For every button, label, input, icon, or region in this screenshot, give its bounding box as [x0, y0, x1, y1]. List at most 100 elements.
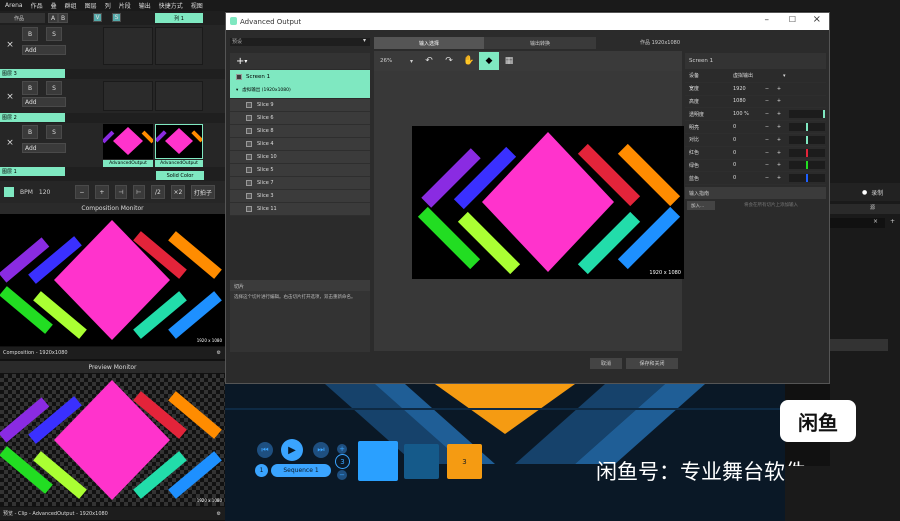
plus-button[interactable]: +	[773, 124, 785, 130]
cue-box-3[interactable]: 3	[447, 444, 482, 479]
clip-label[interactable]: AdvancedOutput	[103, 160, 153, 167]
slice-item[interactable]: Slice 6	[230, 112, 370, 125]
menu-view[interactable]: 视图	[191, 1, 203, 10]
close-icon[interactable]: ×	[2, 135, 18, 151]
menu-clip[interactable]: 片段	[119, 1, 131, 10]
redo-icon[interactable]: ↷	[439, 52, 459, 70]
plus-button[interactable]: +	[773, 98, 785, 104]
bpm-plus-button[interactable]: +	[94, 185, 109, 199]
record-dot-icon[interactable]: ●	[862, 189, 867, 196]
brightness-slider[interactable]	[789, 123, 825, 132]
zoom-dropdown[interactable]: 26%	[380, 58, 410, 64]
tab-input-selection[interactable]: 输入选择	[374, 37, 484, 49]
slice-item[interactable]: Slice 5	[230, 164, 370, 177]
slice-item[interactable]: Slice 11	[230, 203, 370, 216]
sequence-label[interactable]: Sequence 1	[271, 464, 331, 477]
save-close-button[interactable]: 保存和关闭	[626, 358, 678, 369]
red-value[interactable]: 0	[733, 150, 761, 156]
menu-layer[interactable]: 图层	[85, 1, 97, 10]
slice-item[interactable]: Slice 10	[230, 151, 370, 164]
clip-slot[interactable]	[103, 81, 153, 111]
close-icon[interactable]: ×	[2, 37, 18, 53]
solo-button[interactable]: S	[46, 125, 62, 139]
clip-thumbnail-selected[interactable]	[154, 124, 204, 159]
menu-arena[interactable]: Arena	[5, 2, 23, 9]
solid-color-label[interactable]: Solid Color	[156, 171, 204, 180]
layer-v-button[interactable]: V	[93, 13, 102, 22]
increment-icon[interactable]: +	[337, 444, 347, 454]
green-value[interactable]: 0	[733, 162, 761, 168]
layer-b-button[interactable]: B	[58, 13, 68, 23]
record-label[interactable]: 录制	[871, 188, 883, 197]
undo-icon[interactable]: ↶	[419, 52, 439, 70]
sequence-number[interactable]: 1	[255, 464, 268, 477]
input-add-button[interactable]: 加入...	[687, 201, 715, 210]
menu-shortcuts[interactable]: 快捷方式	[159, 1, 183, 10]
clip-label[interactable]: AdvancedOutput	[155, 160, 203, 167]
minus-button[interactable]: −	[761, 150, 773, 156]
minus-button[interactable]: −	[761, 86, 773, 92]
add-dropdown[interactable]: Add	[22, 97, 66, 107]
previous-icon[interactable]: ⏮	[257, 442, 273, 458]
clip-slot[interactable]	[103, 27, 153, 65]
minus-button[interactable]: −	[761, 98, 773, 104]
hand-icon[interactable]: ✋	[459, 52, 479, 70]
double-tempo-button[interactable]: ×2	[170, 185, 185, 199]
nudge-back-icon[interactable]: ⊣	[114, 185, 127, 199]
slice-item[interactable]: Slice 9	[230, 99, 370, 112]
clip-thumbnail[interactable]	[101, 124, 155, 159]
green-slider[interactable]	[789, 161, 825, 170]
minus-button[interactable]: −	[761, 162, 773, 168]
plus-button[interactable]: +	[773, 150, 785, 156]
plus-button[interactable]: +	[773, 175, 785, 181]
add-icon[interactable]: +	[890, 218, 895, 225]
preset-dropdown[interactable]: 预设	[230, 38, 370, 46]
clip-slot[interactable]	[155, 27, 203, 65]
width-value[interactable]: 1920	[733, 86, 761, 92]
bypass-button[interactable]: B	[22, 81, 38, 95]
cue-box-2[interactable]	[404, 444, 439, 479]
tab-output-transform[interactable]: 输出转换	[484, 37, 596, 49]
half-tempo-button[interactable]: /2	[150, 185, 165, 199]
contrast-value[interactable]: 0	[733, 137, 761, 143]
minus-button[interactable]: −	[761, 137, 773, 143]
device-dropdown[interactable]: 虚拟输出	[733, 72, 783, 79]
opacity-slider[interactable]	[789, 110, 825, 119]
contrast-slider[interactable]	[789, 135, 825, 144]
source-tab[interactable]: 源	[830, 204, 900, 214]
tap-tempo-button[interactable]: 打拍子	[190, 185, 215, 199]
layer-a-button[interactable]: A	[48, 13, 58, 23]
plus-button[interactable]: +	[773, 162, 785, 168]
bypass-button[interactable]: B	[22, 27, 38, 41]
solo-button[interactable]: S	[46, 27, 62, 41]
decrement-icon[interactable]: −	[337, 470, 347, 480]
close-icon[interactable]: ×	[2, 89, 18, 105]
layer-3-name[interactable]: 图层 3	[0, 69, 65, 78]
plus-button[interactable]: +	[773, 137, 785, 143]
add-screen-button[interactable]: + ▾	[230, 53, 370, 69]
slice-item[interactable]: Slice 8	[230, 125, 370, 138]
slice-item[interactable]: Slice 3	[230, 190, 370, 203]
brightness-value[interactable]: 0	[733, 124, 761, 130]
blue-value[interactable]: 0	[733, 175, 761, 181]
canvas-area[interactable]: 1920 x 1080	[374, 71, 684, 351]
bpm-minus-button[interactable]: −	[74, 185, 89, 199]
menu-group[interactable]: 群组	[65, 1, 77, 10]
bpm-value[interactable]: 120	[39, 189, 69, 196]
gear-icon[interactable]: ⚙	[217, 350, 221, 356]
plus-button[interactable]: +	[773, 86, 785, 92]
add-dropdown[interactable]: Add	[22, 143, 66, 153]
bypass-button[interactable]: B	[22, 125, 38, 139]
grid-icon[interactable]: ▦	[499, 52, 519, 70]
column-1-header[interactable]: 列 1	[155, 13, 203, 23]
menu-composition[interactable]: 作品	[31, 1, 43, 10]
layer-s-button[interactable]: S	[112, 13, 121, 22]
menu-output[interactable]: 输出	[139, 1, 151, 10]
sync-icon[interactable]	[4, 187, 14, 197]
minimize-icon[interactable]: –	[765, 15, 770, 25]
minus-button[interactable]: −	[761, 175, 773, 181]
slice-item[interactable]: Slice 7	[230, 177, 370, 190]
maximize-icon[interactable]: ☐	[789, 15, 796, 24]
gear-icon[interactable]: ⚙	[217, 511, 221, 517]
cue-box-1[interactable]	[358, 441, 398, 481]
